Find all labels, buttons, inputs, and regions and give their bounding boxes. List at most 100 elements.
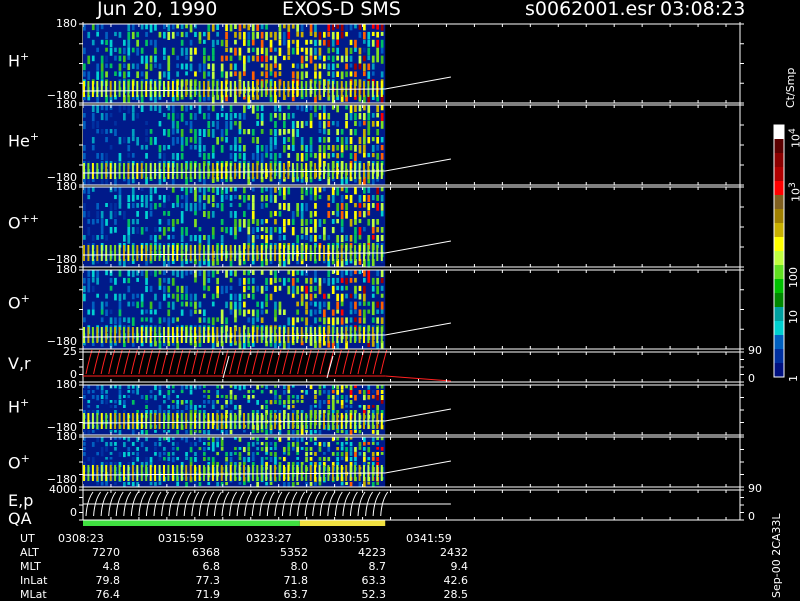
spectrogram-cell (211, 227, 215, 236)
spectrogram-cell (345, 145, 348, 151)
spectrogram-cell (189, 400, 193, 406)
spectrogram-cell (220, 113, 224, 118)
spectrogram-cell (83, 390, 86, 394)
spectrogram-cell (127, 245, 130, 261)
spectrogram-cell (331, 410, 335, 414)
spectrogram-cell (305, 145, 308, 153)
spectrogram-cell (283, 457, 286, 462)
spectrogram-cell (300, 245, 303, 261)
spectrogram-cell (296, 121, 299, 128)
spectrogram-cell (318, 447, 322, 452)
spectrogram-cell (323, 293, 326, 299)
spectrogram-cell (225, 47, 228, 53)
spectrogram-cell (376, 145, 379, 151)
spectrogram-cell (283, 203, 286, 211)
spectrogram-cell (278, 235, 282, 241)
spectrogram-cell (243, 327, 245, 343)
spectrogram-cell (300, 203, 304, 212)
spectrogram-cell (229, 395, 233, 400)
spectrogram-cell (283, 482, 286, 487)
qa-segment (299, 520, 386, 526)
spectrogram-cell (194, 277, 197, 283)
spectrogram-cell (127, 301, 131, 307)
spectrogram-cell (287, 442, 291, 448)
table-cell: 42.6 (443, 574, 469, 587)
spectrogram-cell (91, 145, 95, 151)
spectrogram-cell (109, 245, 112, 261)
spectrogram-cell (287, 390, 291, 394)
spectrogram-cell (376, 452, 379, 456)
spectrogram-cell (140, 327, 143, 343)
spectrogram-cell (291, 442, 295, 447)
spectrogram-cell (211, 47, 215, 56)
spectrogram-cell (274, 277, 277, 284)
spectrogram-cell (287, 447, 291, 452)
spectrogram-cell (211, 327, 214, 343)
spectrogram-cell (305, 219, 308, 226)
table-cell: 4223 (358, 546, 386, 559)
velocity-trace (365, 349, 373, 375)
spectrogram-cell (318, 63, 322, 69)
spectrogram-cell (287, 413, 290, 429)
spectrogram-cell (380, 71, 384, 78)
spectrogram-cell (189, 413, 192, 429)
spectrogram-cell (87, 385, 91, 389)
spectrogram-cell (367, 187, 371, 194)
spectrogram-cell (243, 462, 246, 465)
spectrogram-cell (154, 245, 157, 261)
spectrogram-cell (345, 395, 348, 400)
spectrogram-cell (336, 105, 339, 113)
spectrogram-cell (247, 442, 251, 447)
spectrogram-cell (256, 465, 259, 481)
spectrogram-cell (185, 63, 188, 70)
spectrogram-cell (96, 219, 99, 224)
spectrogram-cell (229, 465, 232, 481)
table-cell: 5352 (280, 546, 308, 559)
spectrogram-cell (216, 465, 219, 481)
spectrogram-cell (234, 31, 237, 38)
spectrogram-cell (340, 71, 344, 80)
spectrogram-cell (91, 442, 95, 447)
spectrogram-cell (176, 457, 179, 461)
spectrogram-cell (171, 270, 175, 276)
spectrogram-cell (123, 113, 126, 121)
spectrogram-cell (358, 24, 362, 30)
spectrogram-cell (269, 482, 273, 485)
spectrogram-cell (198, 437, 202, 443)
spectrogram-cell (380, 121, 384, 129)
spectrogram-cell (180, 410, 184, 414)
velocity-trace (266, 349, 274, 375)
spectrogram-cell (340, 442, 344, 447)
spectrogram-cell (354, 203, 357, 208)
spectrogram-cell (331, 195, 335, 203)
spectrogram-cell (198, 385, 202, 390)
spectrogram-cell (363, 309, 366, 318)
spectrogram-cell (203, 309, 206, 317)
spectrogram-cell (314, 293, 317, 299)
spectrogram-cell (140, 47, 144, 54)
spectrogram-cell (314, 395, 317, 400)
spectrogram-cell (247, 457, 251, 463)
spectrogram-cell (207, 24, 211, 32)
spectrogram-cell (216, 31, 219, 37)
spectrogram-cell (154, 309, 157, 315)
spectrogram-cell (367, 482, 371, 485)
spectrogram-cell (256, 219, 259, 226)
velocity-trace (229, 349, 237, 375)
spectrogram-cell (340, 31, 344, 39)
spectrogram-cell (136, 195, 139, 200)
spectrogram-cell (211, 317, 215, 325)
spectrogram-cell (189, 105, 193, 110)
spectrogram-cell (216, 81, 219, 97)
spectrogram-cell (287, 395, 291, 400)
spectrogram-cell (149, 270, 153, 276)
colorbar-swatch (774, 349, 784, 364)
spectrogram-cell (96, 293, 99, 298)
spectrogram-cell (105, 400, 108, 405)
spectrogram-cell (145, 465, 148, 481)
spectrogram-cell (194, 413, 197, 429)
spectrogram-cell (131, 81, 134, 97)
spectrogram-cell (354, 187, 357, 195)
spectrogram-cell (105, 390, 108, 394)
spectrogram-cell (358, 447, 362, 450)
